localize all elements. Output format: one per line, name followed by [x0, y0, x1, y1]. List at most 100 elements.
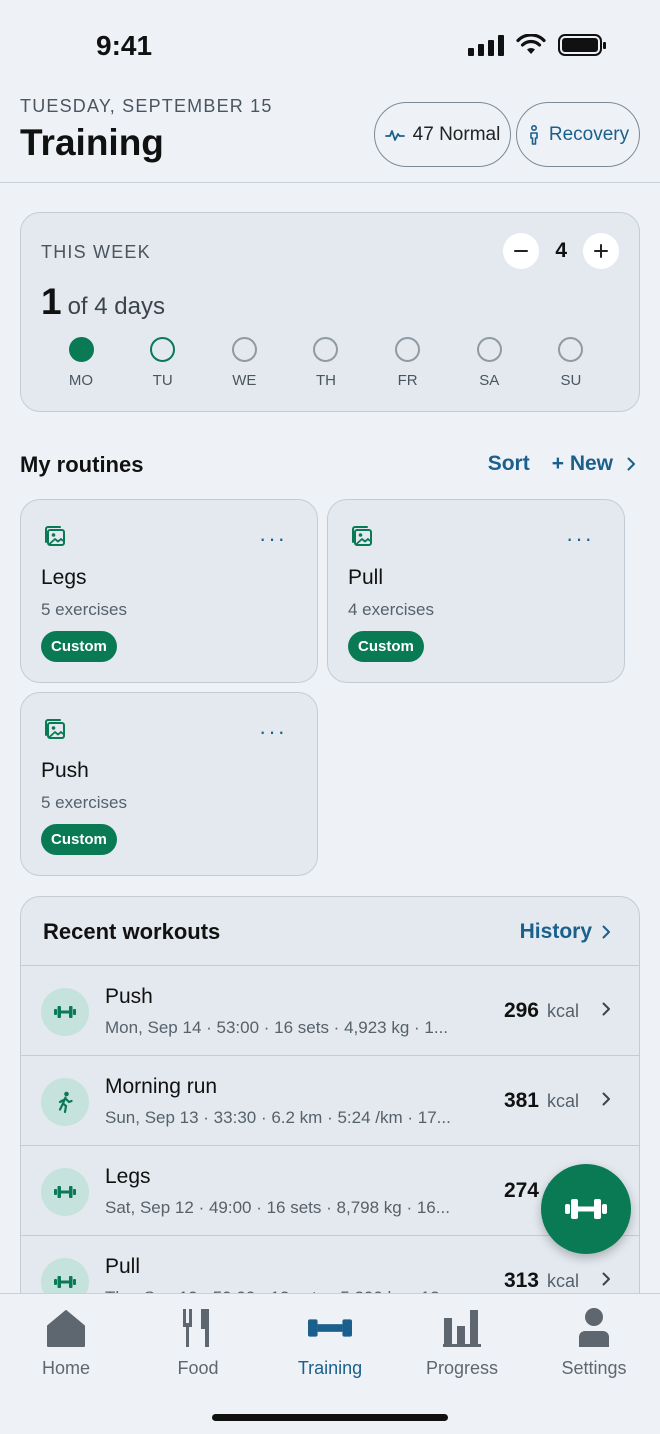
day-th[interactable]: TH: [304, 337, 348, 389]
heart-rate-pill[interactable]: 47 Normal: [374, 102, 511, 167]
routine-exercise-count: 4 exercises: [348, 600, 434, 619]
workout-calories: 381 kcal: [504, 1089, 579, 1113]
day-su[interactable]: SU: [549, 337, 593, 389]
tab-label: Food: [177, 1358, 219, 1378]
week-label: THIS WEEK: [41, 242, 151, 262]
workout-name: Morning run: [105, 1075, 218, 1098]
status-bar: 9:41: [0, 0, 660, 96]
routine-exercise-count: 5 exercises: [41, 600, 127, 619]
day-empty-indicator: [558, 337, 584, 362]
kcal-unit: kcal: [546, 1091, 579, 1111]
recent-workouts-title: Recent workouts: [43, 919, 221, 944]
day-empty-indicator: [476, 337, 502, 362]
workout-name: Legs: [105, 1165, 151, 1188]
tab-bar: Home Food Training Progress Settings: [0, 1293, 660, 1434]
routine-image-icon: [45, 526, 65, 546]
workout-meta: Sun, Sep 13 · 33:30 · 6.2 km · 5:24 /km …: [105, 1108, 451, 1127]
start-workout-fab[interactable]: [541, 1164, 631, 1254]
tab-home[interactable]: Home: [6, 1306, 126, 1379]
routine-image-icon: [352, 526, 372, 546]
routine-card-legs[interactable]: ··· Legs 5 exercises Custom: [20, 499, 318, 683]
decrement-button[interactable]: [503, 233, 540, 269]
day-label: TU: [152, 372, 173, 389]
routine-card-push[interactable]: ··· Push 5 exercises Custom: [20, 692, 318, 876]
home-icon: [44, 1306, 88, 1350]
cellular-signal-icon: [468, 34, 504, 56]
workout-name: Pull: [105, 1255, 141, 1278]
recent-workouts-card: Recent workouts History Push Mon, Sep 14…: [20, 896, 640, 1316]
kcal-unit: kcal: [546, 1271, 579, 1291]
tab-progress[interactable]: Progress: [402, 1306, 522, 1379]
custom-badge: Custom: [41, 824, 117, 855]
chevron-right-icon: [627, 457, 635, 471]
day-tu[interactable]: TU: [141, 337, 185, 389]
routine-image-icon: [45, 719, 65, 739]
custom-badge: Custom: [41, 631, 117, 662]
day-done-indicator: [68, 337, 94, 362]
day-we[interactable]: WE: [222, 337, 266, 389]
increment-button[interactable]: [583, 233, 619, 269]
tab-food[interactable]: Food: [138, 1306, 258, 1379]
completed-days: 1: [41, 281, 62, 322]
workout-calories: 296 kcal: [504, 999, 579, 1023]
status-icons: [468, 34, 606, 56]
dumbbell-icon: [41, 988, 89, 1036]
kcal-value: 296: [503, 999, 539, 1022]
day-fr[interactable]: FR: [386, 337, 430, 389]
sort-button[interactable]: Sort: [488, 452, 530, 476]
weekly-progress: 1 of 4 days: [41, 281, 165, 323]
fork-knife-icon: [176, 1306, 220, 1350]
day-sa[interactable]: SA: [467, 337, 511, 389]
day-empty-indicator: [231, 337, 257, 362]
day-label: WE: [232, 372, 257, 389]
minus-icon: [514, 250, 529, 252]
heartbeat-icon: [384, 129, 405, 141]
day-label: SU: [560, 372, 582, 389]
bar-chart-icon: [440, 1306, 484, 1350]
recovery-pill[interactable]: Recovery: [516, 102, 640, 167]
progress-suffix: of 4 days: [67, 293, 165, 320]
page-title: Training: [20, 122, 164, 163]
dumbbell-icon: [565, 1199, 607, 1219]
new-routine-label: + New: [551, 452, 613, 475]
routine-name: Legs: [41, 566, 87, 589]
heart-rate-label: 47 Normal: [412, 123, 501, 145]
workout-calories: 313 kcal: [504, 1269, 579, 1293]
workout-name: Push: [105, 985, 153, 1008]
tab-label: Home: [41, 1358, 90, 1378]
person-icon: [572, 1306, 616, 1350]
workout-row[interactable]: Push Mon, Sep 14 · 53:00 · 16 sets · 4,9…: [21, 966, 639, 1056]
routine-card-pull[interactable]: ··· Pull 4 exercises Custom: [327, 499, 625, 683]
more-options-icon[interactable]: ···: [259, 528, 287, 550]
new-routine-button[interactable]: + New: [552, 452, 636, 476]
day-label: FR: [397, 372, 418, 389]
tab-label: Settings: [561, 1358, 627, 1378]
kcal-value: 274: [503, 1179, 539, 1202]
weekly-goal-stepper: 4: [503, 233, 619, 269]
recovery-label: Recovery: [548, 123, 630, 145]
wifi-icon: [516, 34, 546, 54]
dumbbell-icon: [308, 1306, 352, 1350]
running-icon: [41, 1078, 89, 1126]
kcal-value: 313: [503, 1269, 539, 1292]
more-options-icon[interactable]: ···: [566, 528, 594, 550]
history-label: History: [519, 920, 592, 943]
routine-name: Pull: [348, 566, 384, 589]
tab-training[interactable]: Training: [270, 1306, 390, 1379]
chevron-right-icon: [602, 1272, 610, 1286]
kcal-value: 381: [503, 1089, 539, 1112]
plus-icon: [594, 244, 608, 258]
workout-row[interactable]: Morning run Sun, Sep 13 · 33:30 · 6.2 km…: [21, 1056, 639, 1146]
weekly-goal-card: THIS WEEK 4 1 of 4 days MO TU WE TH FR S…: [20, 212, 640, 412]
history-link[interactable]: History: [520, 920, 611, 944]
tab-label: Training: [297, 1358, 363, 1378]
tab-settings[interactable]: Settings: [534, 1306, 654, 1379]
day-empty-indicator: [395, 337, 421, 362]
chevron-right-icon: [602, 1002, 610, 1016]
current-date: TUESDAY, SEPTEMBER 15: [20, 96, 273, 116]
kcal-unit: kcal: [546, 1001, 579, 1021]
more-options-icon[interactable]: ···: [259, 721, 287, 743]
day-mo[interactable]: MO: [59, 337, 103, 389]
routines-section-title: My routines: [20, 452, 144, 477]
workout-meta: Sat, Sep 12 · 49:00 · 16 sets · 8,798 kg…: [105, 1198, 450, 1217]
